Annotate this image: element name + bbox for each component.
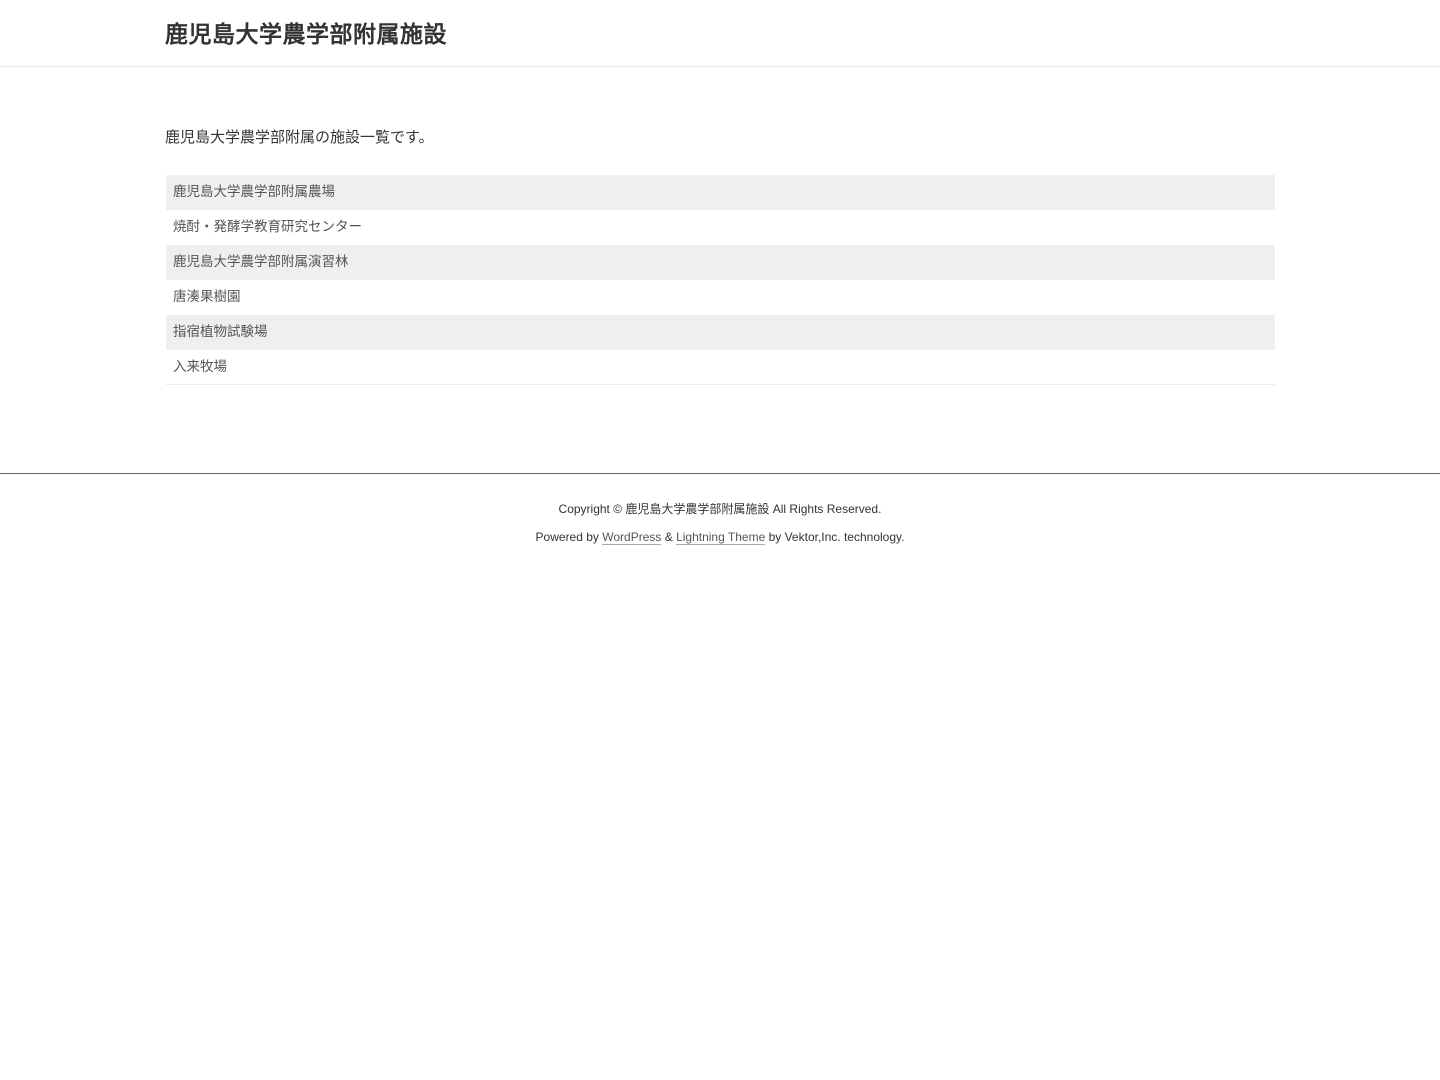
wordpress-link[interactable]: WordPress <box>602 530 662 545</box>
ampersand: & <box>661 530 677 544</box>
list-item: 焼酎・発酵学教育研究センター <box>166 210 1275 245</box>
facility-link-ibusuki[interactable]: 指宿植物試験場 <box>173 324 268 340</box>
facility-link-iriki-ranch[interactable]: 入来牧場 <box>173 359 227 375</box>
list-item: 鹿児島大学農学部附属演習林 <box>166 245 1275 280</box>
list-item: 鹿児島大学農学部附属農場 <box>166 175 1275 210</box>
facility-list: 鹿児島大学農学部附属農場 焼酎・発酵学教育研究センター 鹿児島大学農学部附属演習… <box>166 175 1275 385</box>
facility-link-orchard[interactable]: 唐湊果樹園 <box>173 289 241 305</box>
powered-prefix: Powered by <box>535 530 603 544</box>
site-title-link[interactable]: 鹿児島大学農学部附属施設 <box>165 19 447 51</box>
copyright-text: Copyright © 鹿児島大学農学部附属施設 All Rights Rese… <box>558 502 882 516</box>
list-item: 入来牧場 <box>166 350 1275 385</box>
lightning-theme-link[interactable]: Lightning Theme <box>676 530 766 545</box>
list-item: 指宿植物試験場 <box>166 315 1275 350</box>
list-item: 唐湊果樹園 <box>166 280 1275 315</box>
intro-text: 鹿児島大学農学部附属の施設一覧です。 <box>165 128 434 146</box>
site-footer: Copyright © 鹿児島大学農学部附属施設 All Rights Rese… <box>0 473 1440 545</box>
facility-link-shochu-center[interactable]: 焼酎・発酵学教育研究センター <box>173 219 362 235</box>
facility-link-farm[interactable]: 鹿児島大学農学部附属農場 <box>173 184 335 200</box>
facility-link-forest[interactable]: 鹿児島大学農学部附属演習林 <box>173 254 349 270</box>
powered-by-text: Powered by WordPress & Lightning Theme b… <box>0 529 1440 545</box>
site-header: 鹿児島大学農学部附属施設 <box>0 0 1440 67</box>
powered-suffix: by Vektor,Inc. technology. <box>765 530 905 544</box>
